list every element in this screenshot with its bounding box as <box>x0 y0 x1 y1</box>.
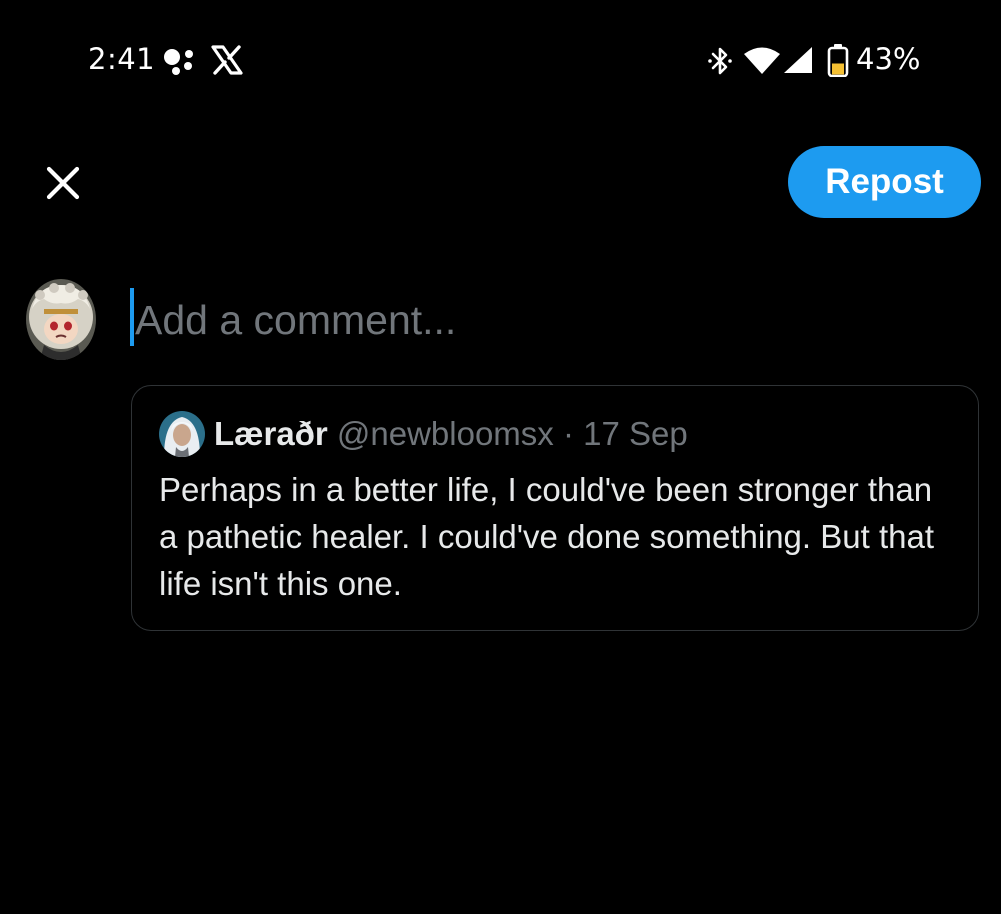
user-avatar[interactable] <box>26 279 96 360</box>
quoted-post-display-name[interactable]: Læraðr <box>214 415 328 452</box>
cellular-signal-icon <box>784 47 812 73</box>
text-caret <box>130 288 134 346</box>
status-time: 2:41 <box>88 42 156 76</box>
close-icon <box>46 166 80 200</box>
quoted-post-text: Perhaps in a better life, I could've bee… <box>159 471 934 602</box>
comment-input[interactable]: Add a comment... <box>135 290 955 350</box>
battery-percent: 43% <box>856 42 921 76</box>
battery-icon <box>827 44 849 77</box>
status-bar: 2:41 43% <box>0 0 1001 122</box>
quoted-post-avatar-image <box>159 411 205 457</box>
quoted-post-separator: · <box>562 415 574 452</box>
quoted-post-header: Læraðr @newbloomsx · 17 Sep <box>214 412 688 456</box>
repost-button[interactable]: Repost <box>788 146 981 218</box>
quoted-post-avatar <box>159 411 205 457</box>
user-avatar-image <box>26 279 96 360</box>
quoted-post-handle[interactable]: @newbloomsx <box>337 415 554 452</box>
wifi-icon <box>744 47 780 74</box>
x-app-icon <box>211 45 243 75</box>
close-button[interactable] <box>40 160 86 206</box>
bluetooth-icon <box>708 47 732 75</box>
quoted-post-card[interactable]: Læraðr @newbloomsx · 17 Sep Perhaps in a… <box>131 385 979 631</box>
quoted-post-date: 17 Sep <box>583 415 688 452</box>
assistant-icon <box>164 49 193 75</box>
